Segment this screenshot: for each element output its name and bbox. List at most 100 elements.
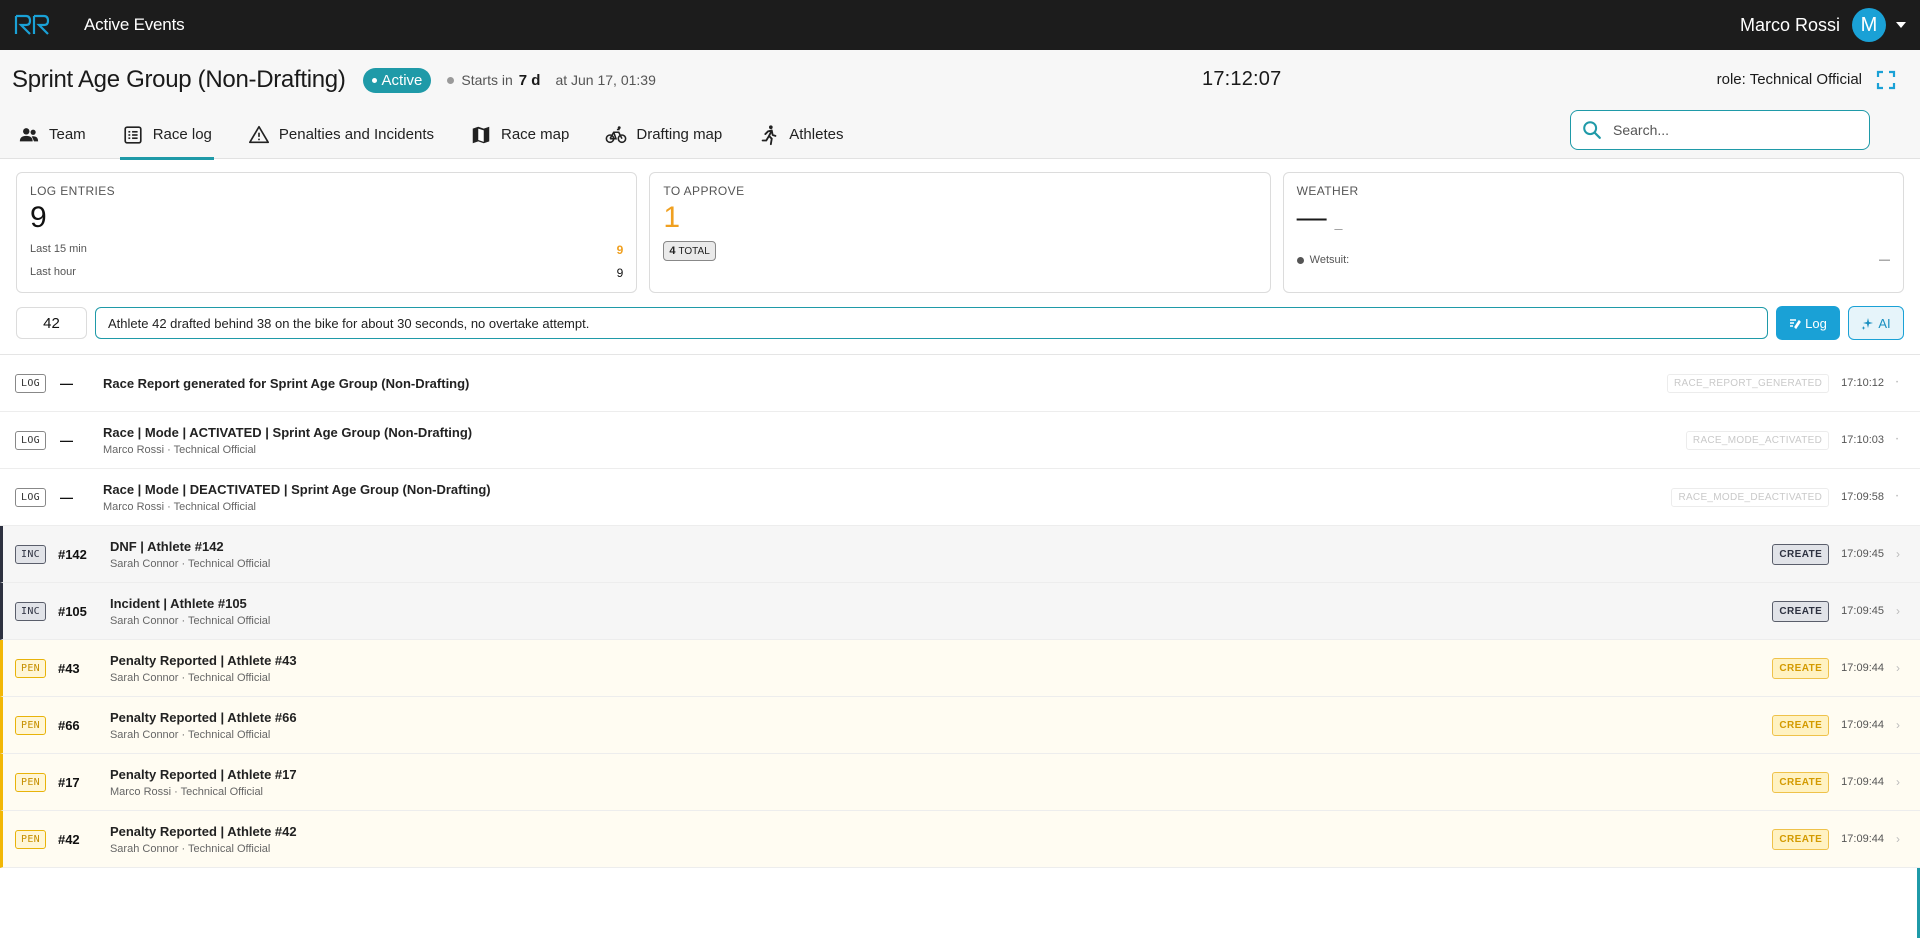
row-title: Penalty Reported | Athlete #66 [109,709,297,725]
log-row[interactable]: INC #142 DNF | Athlete #142 Sarah Connor · … [0,526,1920,583]
avatar[interactable]: M [1852,8,1886,42]
log-row[interactable]: PEN #43 Penalty Reported | Athlete #43 Sara… [0,640,1920,697]
log-row[interactable]: LOG — Race | Mode | DEACTIVATED | Sprint A… [0,469,1920,526]
app-logo[interactable] [14,13,54,37]
action-chip: CREATE [1772,543,1830,565]
log-note-input[interactable] [95,307,1768,339]
chevron-right-icon[interactable]: • [1896,494,1902,500]
chevron-down-icon[interactable] [1896,22,1906,28]
chevron-right-icon[interactable]: › [1896,775,1902,789]
chevron-right-icon[interactable]: • [1896,380,1902,386]
row-title: Penalty Reported | Athlete #42 [109,823,297,839]
log-row[interactable]: LOG — Race | Mode | ACTIVATED | Sprint Age… [0,412,1920,469]
row-author: Marco Rossi · Technical Official [102,443,257,456]
last-15-value: 9 [616,243,624,257]
tab-label: Race log [152,126,212,143]
row-main: Penalty Reported | Athlete #43 Sarah Conn… [110,653,297,684]
row-main: Race | Mode | ACTIVATED | Sprint Age Gro… [103,425,472,456]
event-header: Sprint Age Group (Non-Drafting) Active S… [0,50,1920,160]
tab-athletes[interactable]: Athletes [756,110,845,159]
tab-label: Penalties and Incidents [278,126,434,143]
row-time: 17:09:58 [1841,491,1884,503]
log-row[interactable]: INC #105 Incident | Athlete #105 Sarah Conn… [0,583,1920,640]
action-chip: CREATE [1772,657,1830,679]
row-main: Penalty Reported | Athlete #17 Marco Ross… [110,767,297,798]
tab-race-log[interactable]: Race log [119,110,215,160]
people-icon [19,127,39,141]
wetsuit-row: Wetsuit: — [1296,254,1890,266]
tab-penalties-incidents[interactable]: Penalties and Incidents [246,110,436,159]
type-chip: INC [15,601,46,621]
chevron-right-icon[interactable]: › [1896,718,1902,732]
runner-icon [761,124,777,145]
chevron-right-icon[interactable]: › [1896,604,1902,618]
row-author: Marco Rossi · Technical Official [109,785,264,798]
weather-temp: — [1296,201,1327,234]
row-author: Sarah Connor · Technical Official [109,614,271,627]
row-main: Penalty Reported | Athlete #66 Sarah Conn… [110,710,297,741]
action-chip: CREATE [1772,600,1830,622]
chevron-right-icon[interactable]: • [1896,437,1902,443]
row-meta: CREATE 17:09:44 › [1772,828,1902,850]
ai-button[interactable]: AI [1848,306,1904,340]
row-meta: CREATE 17:09:44 › [1772,771,1902,793]
log-icon [1790,319,1802,329]
start-info: Starts in 7 d at Jun 17, 01:39 [447,71,656,89]
user-menu[interactable]: Marco Rossi M [1740,8,1906,42]
type-chip: LOG [15,487,46,507]
log-button[interactable]: Log [1776,306,1840,340]
log-row[interactable]: PEN #66 Penalty Reported | Athlete #66 Sara… [0,697,1920,754]
row-author: Marco Rossi · Technical Official [102,500,257,513]
row-title: DNF | Athlete #142 [109,538,224,554]
card-label: LOG ENTRIES [30,184,116,198]
starts-label: Starts in [461,72,513,88]
tab-team[interactable]: Team [16,110,88,159]
row-meta: CREATE 17:09:45 › [1772,543,1902,565]
row-meta: RACE_MODE_DEACTIVATED 17:09:58 • [1671,487,1902,507]
row-main: Penalty Reported | Athlete #42 Sarah Conn… [110,824,297,855]
total-label: TOTAL [678,245,710,257]
athlete-id: #142 [57,546,87,562]
dot-icon [1296,256,1304,264]
row-author: Sarah Connor · Technical Official [109,842,271,855]
user-role: role: Technical Official [1716,71,1862,88]
fullscreen-icon[interactable] [1876,70,1896,90]
chevron-right-icon[interactable]: › [1896,832,1902,846]
log-row[interactable]: LOG — Race Report generated for Sprint Age… [0,355,1920,412]
athlete-number-input[interactable] [16,307,87,339]
last-15-label: Last 15 min [30,243,87,255]
search-input[interactable] [1613,122,1843,138]
to-approve-card[interactable]: TO APPROVE 1 4 TOTAL [649,172,1271,293]
log-entries-value: 9 [30,201,47,234]
tab-drafting-map[interactable]: Drafting map [603,110,724,159]
action-chip: CREATE [1772,714,1830,736]
row-main: Race Report generated for Sprint Age Gro… [103,376,469,391]
row-title: Penalty Reported | Athlete #17 [109,766,297,782]
row-author: Sarah Connor · Technical Official [109,671,271,684]
wetsuit-value: — [1878,254,1890,266]
bike-icon [605,125,627,143]
event-title: Sprint Age Group (Non-Drafting) [12,66,346,93]
log-row[interactable]: PEN #42 Penalty Reported | Athlete #42 Sara… [0,811,1920,868]
list-icon [124,125,142,144]
starts-value: 7 d [518,71,541,89]
tab-race-map[interactable]: Race map [468,110,571,159]
card-label: TO APPROVE [663,184,745,198]
row-title: Race Report generated for Sprint Age Gro… [102,375,470,391]
last-hour-value: 9 [616,266,624,280]
warning-icon [248,125,269,143]
athlete-id: #43 [57,660,80,676]
athlete-id: — [59,375,73,391]
search-box[interactable] [1570,110,1870,150]
chevron-right-icon[interactable]: › [1896,661,1902,675]
athlete-id: #42 [57,831,80,847]
row-title: Penalty Reported | Athlete #43 [109,652,297,668]
row-main: Race | Mode | DEACTIVATED | Sprint Age G… [103,482,491,513]
athlete-id: — [59,489,73,505]
search-icon [1583,121,1601,139]
log-row[interactable]: PEN #17 Penalty Reported | Athlete #17 Marc… [0,754,1920,811]
chevron-right-icon[interactable]: › [1896,547,1902,561]
status-dot-icon [371,77,377,83]
event-code-chip: RACE_MODE_ACTIVATED [1685,430,1830,450]
row-meta: CREATE 17:09:44 › [1772,657,1902,679]
